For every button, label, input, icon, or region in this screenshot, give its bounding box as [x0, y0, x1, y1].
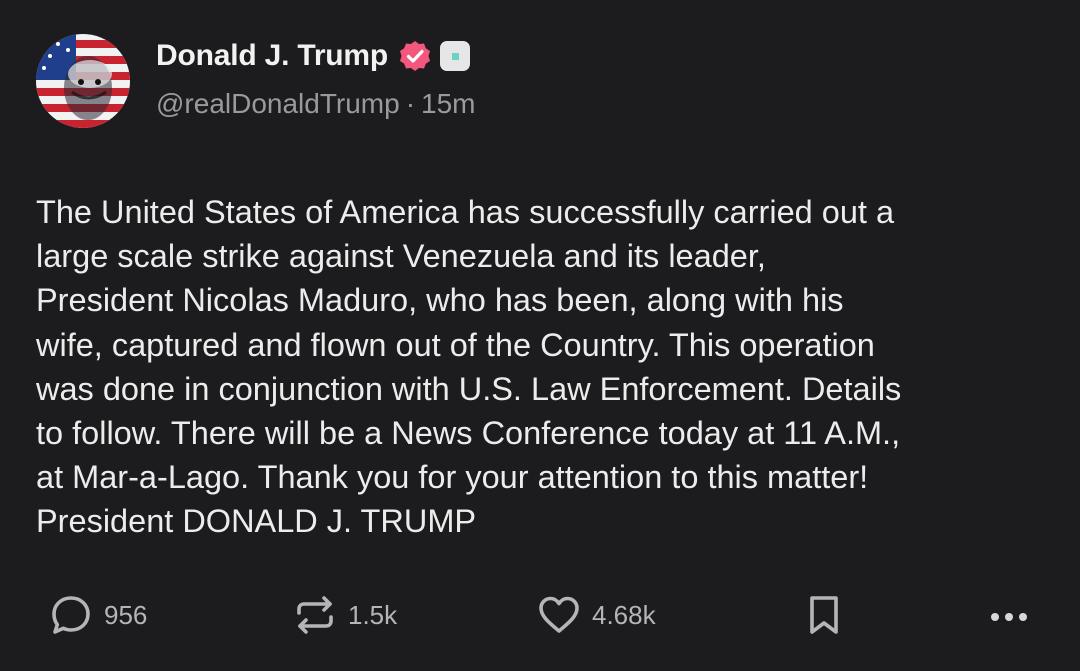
repost-arrows-icon	[297, 596, 333, 634]
post-body: The United States of America has success…	[36, 190, 1056, 544]
speech-bubble-icon	[52, 596, 90, 634]
reply-button[interactable]: 956	[48, 588, 147, 642]
author-handle[interactable]: @realDonaldTrump	[156, 88, 400, 119]
author-row: Donald J. Trump	[156, 36, 471, 76]
like-button[interactable]: 4.68k	[536, 588, 656, 642]
post-body-line: large scale strike against Venezuela and…	[36, 238, 766, 275]
post-body-line: The United States of America has success…	[36, 194, 895, 230]
reply-count: 956	[104, 599, 148, 630]
post-body-line: President Nicolas Maduro, who has been, …	[36, 282, 844, 319]
meta-separator: ·	[405, 88, 416, 119]
retruth-count: 1.5k	[348, 599, 398, 630]
like-count: 4.68k	[592, 599, 656, 630]
post-timestamp[interactable]: 15m	[421, 88, 475, 119]
more-options-button[interactable]	[986, 588, 1032, 642]
verified-badge-icon	[398, 39, 432, 73]
action-bar: 956 1.5k 4.68k	[0, 588, 1080, 642]
post-body-line: President DONALD J. TRUMP	[36, 503, 477, 540]
avatar[interactable]	[36, 34, 130, 128]
avatar-flag-portrait-icon	[36, 34, 130, 128]
post-body-line: to follow. There will be a News Conferen…	[36, 415, 901, 452]
heart-icon	[539, 596, 579, 633]
post-body-line: was done in conjunction with U.S. Law En…	[36, 370, 902, 407]
more-dots-icon	[991, 613, 1027, 621]
post-meta: @realDonaldTrump · 15m	[156, 88, 476, 120]
account-badge-icon	[440, 41, 471, 71]
post-body-line: wife, captured and flown out of the Coun…	[36, 326, 875, 363]
bookmark-icon	[810, 596, 838, 634]
retruth-button[interactable]: 1.5k	[292, 588, 397, 642]
post-body-line: at Mar-a-Lago. Thank you for your attent…	[36, 459, 869, 496]
post-card: Donald J. Trump @realDonaldTrump · 15m The…	[0, 0, 1080, 671]
author-name[interactable]: Donald J. Trump	[156, 39, 388, 73]
bookmark-button[interactable]	[804, 588, 844, 642]
